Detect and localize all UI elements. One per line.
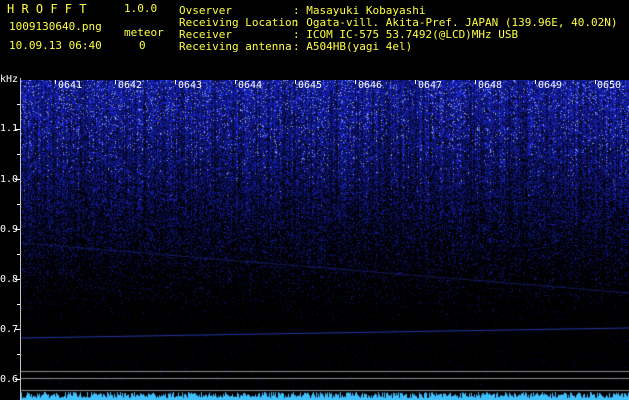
info-value-antenna: : A504HB(yagi 4el) [293,40,413,53]
y-tick-label-0-9: 0.9 [0,224,19,235]
time-tick-label: 0643 [178,80,203,91]
y-tick-mark [15,229,20,230]
file-datetime: 10.09.13 06:40 [9,39,102,52]
time-tick-mark [595,80,596,84]
info-key-antenna: Receiving antenna [179,40,292,53]
time-tick-label: 0646 [358,80,383,91]
meteor-label: meteor [124,26,164,39]
y-tick-label-0-6: 0.6 [0,374,19,385]
time-tick-label: 0648 [478,80,503,91]
y-tick-mark [15,329,20,330]
time-tick-label: 0641 [58,80,83,91]
y-tick-mark [15,379,20,380]
y-axis-line [20,78,21,400]
time-tick-mark [415,80,416,84]
time-tick-label: 0645 [298,80,323,91]
app-title: H R O F F T [7,2,87,16]
time-tick-mark [295,80,296,84]
time-tick-label: 0647 [418,80,443,91]
time-tick-label: 0650 [597,80,622,91]
y-tick-mark [15,129,20,130]
y-tick-mark [17,304,20,305]
y-tick-mark [15,179,20,180]
y-tick-mark [15,279,20,280]
y-tick-label-0-7: 0.7 [0,324,19,335]
time-tick-mark [475,80,476,84]
time-tick-label: 0644 [238,80,263,91]
time-tick-mark [235,80,236,84]
time-tick-label: 0642 [118,80,143,91]
time-tick-mark [115,80,116,84]
y-tick-mark [17,154,20,155]
y-tick-mark [17,104,20,105]
time-tick-mark [55,80,56,84]
app-version: 1.0.0 [124,2,158,15]
y-tick-mark [17,354,20,355]
file-name: 1009130640.png [9,20,102,33]
y-tick-label-0-8: 0.8 [0,274,19,285]
y-tick-label-1-0: 1.0 [0,174,19,185]
y-axis-unit: kHz [0,74,19,85]
spectrogram [21,80,629,400]
y-tick-mark [17,204,20,205]
y-tick-mark [17,254,20,255]
time-tick-mark [355,80,356,84]
time-tick-mark [535,80,536,84]
time-tick-mark [175,80,176,84]
time-tick-label: 0649 [538,80,563,91]
meteor-count: 0 [139,39,146,52]
